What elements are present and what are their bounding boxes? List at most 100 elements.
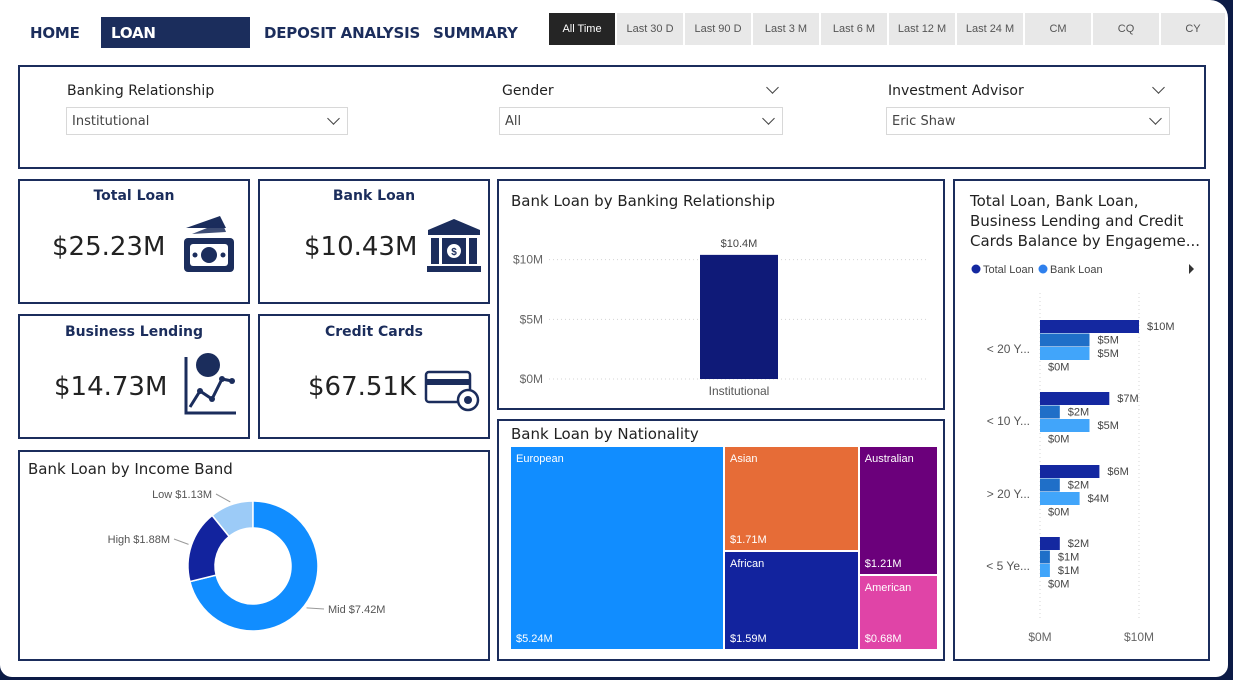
kpi-title: Business Lending [65, 324, 203, 340]
donut-data-label: Low $1.13M [152, 489, 212, 501]
data-label: $5M [1098, 335, 1119, 347]
treemap-category-label: Australian [864, 453, 914, 465]
leader-line [173, 538, 189, 545]
bar [1040, 564, 1050, 577]
treemap-category-label: European [516, 453, 564, 465]
kpi-title: Bank Loan [332, 188, 416, 204]
banking-relationship-dropdown[interactable]: Institutional [66, 107, 348, 135]
banking-relationship-value: Institutional [72, 114, 150, 129]
y-tick-label: $0M [520, 372, 543, 386]
money-icon [184, 216, 234, 272]
bar [1040, 465, 1100, 478]
bar [1040, 333, 1090, 347]
y-tick-label: < 5 Ye... [986, 559, 1030, 573]
bar [1040, 320, 1139, 333]
treemap-value-label: $1.71M [730, 533, 767, 546]
bank-icon: $ [427, 219, 481, 272]
y-tick-label: $10M [513, 253, 543, 267]
kpi-card-business-lending: Business Lending $14.73M [18, 314, 250, 439]
y-tick-label: $5M [520, 312, 543, 326]
data-label: $1M [1058, 552, 1079, 564]
treemap-tile-australian[interactable]: Australian $1.21M [859, 447, 937, 575]
chart-title: Bank Loan by Nationality [511, 425, 699, 443]
time-filter-last-90d[interactable]: Last 90 D [685, 13, 751, 45]
y-tick-label: < 20 Y... [987, 342, 1030, 356]
nav-tab-deposit-analysis[interactable]: DEPOSIT ANALYSIS [254, 17, 430, 48]
relationship-bar-chart: $10M $5M $0M $10.4M Institutional [513, 238, 929, 398]
donut-data-label: Mid $7.42M [328, 604, 385, 616]
investment-advisor-dropdown[interactable]: Eric Shaw [886, 107, 1170, 135]
bar [1040, 419, 1090, 432]
nav-tab-loan-analysis[interactable]: LOAN ANALYSIS [101, 17, 250, 75]
chevron-down-icon[interactable] [766, 81, 779, 94]
treemap-tile-african[interactable]: African $1.59M [725, 551, 858, 649]
bar [1040, 550, 1050, 564]
income-band-card: Bank Loan by Income Band Low $1.13M Mid $… [18, 450, 490, 661]
legend-label: Total Loan [983, 264, 1034, 276]
leader-line [306, 607, 325, 610]
nav-tab-home[interactable]: HOME [20, 17, 90, 48]
income-band-donut-chart: Low $1.13M Mid $7.42M High $1.88M [108, 489, 385, 632]
treemap-tile-european[interactable]: European $5.24M [511, 447, 724, 649]
treemap-value-label: $0.68M [864, 632, 902, 645]
investment-advisor-value: Eric Shaw [892, 114, 956, 129]
chevron-down-icon [327, 112, 340, 125]
bar [1040, 492, 1080, 505]
treemap-value-label: $1.59M [730, 632, 767, 645]
time-filter-last-24m[interactable]: Last 24 M [957, 13, 1023, 45]
time-filter-cq[interactable]: CQ [1093, 13, 1159, 45]
treemap-value-label: $1.21M [864, 558, 902, 571]
dashboard-frame: HOME LOAN ANALYSIS DEPOSIT ANALYSIS SUMM… [0, 0, 1228, 677]
kpi-card-credit-cards: Credit Cards $67.51K [258, 314, 490, 439]
gender-dropdown[interactable]: All [499, 107, 783, 135]
relationship-chart-card: Bank Loan by Banking Relationship $10M $5… [497, 179, 945, 410]
leader-line [215, 493, 231, 503]
treemap-tile-asian[interactable]: Asian $1.71M [725, 447, 858, 550]
bar [700, 254, 778, 379]
data-label: $1M [1058, 565, 1079, 577]
banking-relationship-label: Banking Relationship [67, 83, 215, 99]
data-label: $0M [1048, 579, 1069, 591]
kpi-value: $10.43M [304, 232, 418, 262]
data-label: $0M [1048, 362, 1069, 374]
chevron-down-icon [762, 112, 775, 125]
treemap-tile-american[interactable]: American $0.68M [859, 576, 937, 649]
data-label: $10M [1147, 321, 1175, 333]
kpi-value: $67.51K [308, 372, 417, 402]
treemap-value-label: $5.24M [516, 633, 553, 645]
time-filter-cm[interactable]: CM [1025, 13, 1091, 45]
data-label: $5M [1098, 420, 1119, 432]
legend-label: Bank Loan [1050, 264, 1103, 276]
time-filter-last-6m[interactable]: Last 6 M [821, 13, 887, 45]
time-filter-last-30d[interactable]: Last 30 D [617, 13, 683, 45]
kpi-title: Total Loan [93, 188, 175, 204]
bar [1040, 392, 1110, 405]
time-filter-last-3m[interactable]: Last 3 M [753, 13, 819, 45]
filter-panel: Banking Relationship Institutional Gende… [18, 65, 1206, 169]
bar [1040, 405, 1060, 419]
engagement-chart-card: Total Loan, Bank Loan, Business Lending … [953, 179, 1210, 661]
legend-marker [971, 264, 981, 274]
kpi-card-bank-loan: Bank Loan $10.43M $ [258, 179, 490, 304]
y-tick-label: < 10 Y... [987, 414, 1030, 428]
x-tick-label: $0M [1028, 630, 1051, 644]
data-label: $10.4M [721, 238, 758, 250]
y-tick-label: > 20 Y... [987, 487, 1030, 501]
x-tick-label: Institutional [709, 384, 770, 398]
data-label: $6M [1107, 466, 1128, 478]
data-label: $0M [1048, 434, 1069, 446]
chevron-down-icon[interactable] [1152, 81, 1165, 94]
engagement-bar-chart: Total Loan Bank Loan $0M $10M < 20 Y... $10M $… [971, 264, 1194, 644]
chevron-down-icon [1149, 112, 1162, 125]
data-label: $7M [1117, 393, 1138, 405]
credit-card-settings-icon [424, 370, 480, 412]
data-label: $2M [1068, 480, 1089, 492]
donut-data-label: High $1.88M [108, 534, 170, 546]
time-filter-last-12m[interactable]: Last 12 M [889, 13, 955, 45]
time-filter-cy[interactable]: CY [1161, 13, 1225, 45]
data-label: $0M [1048, 507, 1069, 519]
kpi-value: $14.73M [54, 372, 168, 402]
time-filter-all-time[interactable]: All Time [549, 13, 615, 45]
nav-tab-summary[interactable]: SUMMARY [423, 17, 528, 48]
gender-label: Gender [502, 83, 554, 99]
